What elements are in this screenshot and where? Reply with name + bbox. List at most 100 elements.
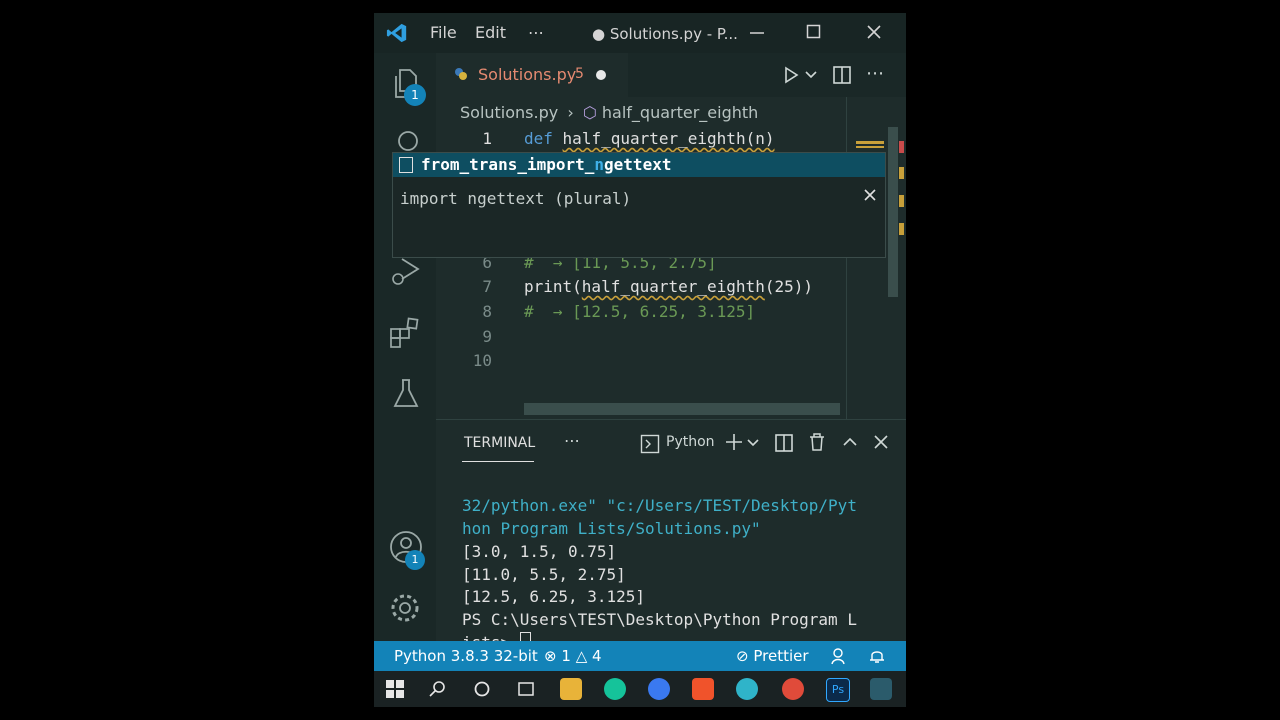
terminal-line: [12.5, 6.25, 3.125] <box>462 587 646 606</box>
chevron-down-icon[interactable] <box>746 436 760 450</box>
extensions-icon[interactable] <box>388 315 424 351</box>
problems-indicator[interactable]: ⊗ 1 △ 4 <box>544 647 602 665</box>
vscode-window: File Edit ⋯ ● Solutions.py - P... 1 1 So… <box>374 13 906 707</box>
search-icon[interactable] <box>429 680 447 698</box>
chevron-right-icon: › <box>567 103 574 122</box>
close-details-icon[interactable] <box>863 188 877 202</box>
text-snippet-icon <box>399 157 413 173</box>
minimap-line <box>856 141 884 144</box>
active-tab-underline <box>462 461 534 462</box>
maximize-icon[interactable] <box>806 24 822 40</box>
run-debug-icon[interactable] <box>388 253 424 289</box>
prettier-status[interactable]: ⊘ Prettier <box>736 647 809 665</box>
code-line[interactable]: def half_quarter_eighth(n) <box>524 129 774 148</box>
warning-icon: △ <box>575 647 588 665</box>
python-file-icon <box>454 67 468 81</box>
terminal-line: [11.0, 5.5, 2.75] <box>462 565 626 584</box>
terminal-line: hon Program Lists/Solutions.py" <box>462 519 761 538</box>
trash-icon[interactable] <box>808 432 826 452</box>
chevron-up-icon[interactable] <box>842 434 858 450</box>
task-view-icon[interactable] <box>516 680 536 698</box>
comment-line[interactable]: # → [12.5, 6.25, 3.125] <box>524 302 755 321</box>
line-number: 1 <box>482 129 492 148</box>
warning-marker <box>899 223 904 235</box>
tab-filename: Solutions.py <box>478 65 577 84</box>
run-play-icon[interactable] <box>782 66 800 84</box>
function-call: half_quarter_eighth <box>581 277 765 296</box>
warning-marker <box>899 167 904 179</box>
grammarly-icon[interactable] <box>604 678 626 700</box>
vscode-logo-icon <box>386 22 408 44</box>
menu-more[interactable]: ⋯ <box>528 23 544 42</box>
breadcrumb-file[interactable]: Solutions.py <box>460 103 558 122</box>
tab-solutions[interactable]: Solutions.py 5 <box>436 53 628 97</box>
suggestion-match: n <box>594 155 605 174</box>
terminal-line: [3.0, 1.5, 0.75] <box>462 542 617 561</box>
settings-gear-icon[interactable] <box>388 591 422 625</box>
terminal-panel: TERMINAL ⋯ Python 32/python.exe" "c:/Use… <box>436 419 906 652</box>
python-app-icon[interactable] <box>870 678 892 700</box>
prettier-disabled-icon: ⊘ <box>736 647 749 665</box>
keyword: def <box>524 129 553 148</box>
suggestion-item[interactable]: from_trans_import_ngettext <box>393 153 885 177</box>
minimap-line <box>856 146 884 148</box>
photoshop-icon[interactable]: Ps <box>826 678 850 702</box>
search-icon[interactable] <box>394 127 422 153</box>
warning-marker <box>899 195 904 207</box>
close-icon[interactable] <box>866 24 882 40</box>
menu-edit[interactable]: Edit <box>475 23 506 42</box>
window-title: ● Solutions.py - P... <box>592 25 738 43</box>
minimize-icon[interactable] <box>748 21 766 43</box>
breadcrumb-symbol[interactable]: half_quarter_eighth <box>602 103 758 122</box>
split-terminal-icon[interactable] <box>774 433 794 453</box>
testing-flask-icon[interactable] <box>390 377 422 411</box>
editor-tab-bar: Solutions.py 5 ⋯ <box>436 53 906 97</box>
python-interpreter[interactable]: Python 3.8.3 32-bit <box>394 647 538 665</box>
minimap-divider <box>846 97 847 419</box>
windows-taskbar: Ps <box>374 671 906 707</box>
status-bar: Python 3.8.3 32-bit ⊗ 1 △ 4 ⊘ Prettier <box>374 641 906 671</box>
editor-area[interactable]: Solutions.py › ⬡ half_quarter_eighth 1 d… <box>392 97 906 419</box>
chrome-icon[interactable] <box>782 678 804 700</box>
explorer-badge: 1 <box>404 84 426 106</box>
close-panel-icon[interactable] <box>873 434 889 450</box>
brave-icon[interactable] <box>692 678 714 700</box>
panel-more-icon[interactable]: ⋯ <box>564 431 580 450</box>
line-number: 7 <box>482 277 492 296</box>
line-number: 10 <box>472 351 492 370</box>
more-actions-icon[interactable]: ⋯ <box>866 63 884 84</box>
menu-file[interactable]: File <box>430 23 457 42</box>
feedback-icon[interactable] <box>830 647 848 665</box>
prettier-label: Prettier <box>753 647 809 665</box>
title-bar: File Edit ⋯ ● Solutions.py - P... <box>374 13 906 53</box>
windows-start-icon[interactable] <box>386 680 404 698</box>
horizontal-scrollbar[interactable] <box>524 403 840 415</box>
suggestion-suffix: gettext <box>604 155 672 174</box>
new-terminal-plus-icon[interactable] <box>724 432 744 452</box>
code-line[interactable]: print(half_quarter_eighth(25)) <box>524 277 813 296</box>
edge-icon[interactable] <box>736 678 758 700</box>
print-call: print( <box>524 277 582 296</box>
file-explorer-icon[interactable] <box>560 678 582 700</box>
tab-terminal[interactable]: TERMINAL <box>464 435 535 451</box>
error-icon: ⊗ <box>544 647 557 665</box>
breadcrumb: Solutions.py › ⬡ half_quarter_eighth <box>460 103 758 122</box>
chevron-down-icon[interactable] <box>804 68 818 82</box>
app-c-icon[interactable] <box>648 678 670 700</box>
tab-problem-count: 5 <box>575 66 584 82</box>
vertical-scrollbar[interactable] <box>888 127 898 297</box>
suggestion-detail: import ngettext (plural) <box>400 189 632 208</box>
notifications-bell-icon[interactable] <box>868 647 886 665</box>
function-signature: half_quarter_eighth(n) <box>562 129 775 148</box>
symbol-method-icon: ⬡ <box>582 103 597 122</box>
split-editor-icon[interactable] <box>832 65 852 85</box>
terminal-shell-name[interactable]: Python <box>666 434 715 450</box>
error-marker <box>899 141 904 153</box>
line-number: 8 <box>482 302 492 321</box>
terminal-shell-icon <box>640 434 660 454</box>
error-count: 1 <box>561 647 571 665</box>
line-number: 9 <box>482 327 492 346</box>
cortana-icon[interactable] <box>473 680 491 698</box>
unsaved-dot-icon[interactable] <box>596 70 606 80</box>
call-args: (25)) <box>764 277 813 296</box>
